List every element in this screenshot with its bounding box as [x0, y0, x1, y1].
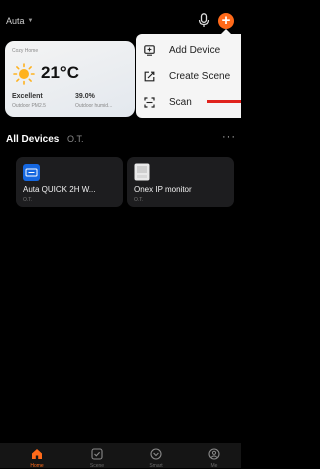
- sun-icon: [13, 63, 35, 85]
- device-room: O.T.: [134, 197, 144, 203]
- home-icon: [32, 449, 42, 459]
- tab-ot[interactable]: O.T.: [67, 134, 84, 144]
- nav-me[interactable]: Me: [194, 446, 234, 469]
- nav-label: Home: [30, 463, 44, 469]
- smart-icon: [150, 448, 162, 460]
- menu-item-label: Add Device: [169, 44, 221, 56]
- home-name: Auta: [6, 16, 25, 26]
- bottom-nav: Home Scene Smart Me: [0, 443, 241, 469]
- add-menu: Add Device Create Scene Scan: [136, 29, 241, 118]
- tab-all-devices[interactable]: All Devices: [6, 134, 59, 145]
- menu-item-label: Create Scene: [169, 70, 231, 82]
- scene-icon: [91, 448, 103, 460]
- create-scene-icon: [144, 71, 155, 81]
- microphone-icon[interactable]: [198, 13, 210, 28]
- nav-scene[interactable]: Scene: [77, 446, 117, 469]
- nav-home[interactable]: Home: [17, 446, 57, 469]
- device-room: O.T.: [23, 197, 33, 203]
- temperature: 21°C: [41, 63, 79, 82]
- device-name: Auta QUICK 2H W...: [23, 185, 96, 194]
- add-device-icon: [144, 44, 155, 56]
- scan-icon: [144, 96, 155, 108]
- monitor-device-icon: [134, 163, 150, 181]
- nav-smart[interactable]: Smart: [136, 446, 176, 469]
- switch-device-icon: [23, 164, 40, 181]
- humidity-label: Outdoor humid...: [75, 103, 113, 109]
- air-quality-label: Outdoor PM2.5: [12, 103, 46, 109]
- menu-item-add-device[interactable]: Add Device: [136, 37, 241, 63]
- home-label: Cozy Home: [12, 48, 39, 54]
- add-button[interactable]: +: [218, 13, 234, 29]
- menu-item-create-scene[interactable]: Create Scene: [136, 63, 241, 89]
- more-icon[interactable]: ···: [222, 131, 236, 143]
- annotation-arrow: [207, 100, 241, 103]
- nav-label: Scene: [89, 463, 105, 469]
- me-icon: [208, 448, 220, 460]
- air-quality-value: Excellent: [12, 93, 43, 100]
- home-switcher[interactable]: Auta ▼: [6, 16, 33, 26]
- device-card[interactable]: Auta QUICK 2H W... O.T.: [16, 157, 123, 207]
- device-card[interactable]: Onex IP monitor O.T.: [127, 157, 234, 207]
- chevron-down-icon: ▼: [27, 18, 34, 24]
- menu-item-label: Scan: [169, 96, 192, 108]
- nav-label: Me: [210, 463, 218, 469]
- humidity-value: 39.0%: [75, 93, 95, 100]
- nav-label: Smart: [149, 463, 163, 469]
- weather-card[interactable]: Cozy Home 21°C Excellent Outdoor PM2.5 3…: [5, 41, 135, 117]
- device-name: Onex IP monitor: [134, 185, 192, 194]
